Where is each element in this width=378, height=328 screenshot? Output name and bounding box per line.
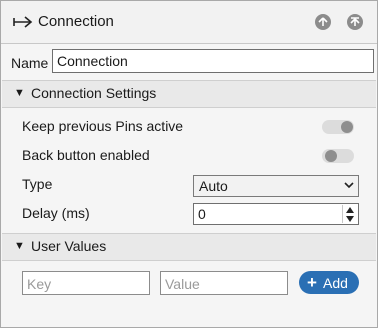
type-select[interactable]: Auto bbox=[193, 175, 359, 197]
back-button-label: Back button enabled bbox=[22, 147, 150, 163]
name-input[interactable]: Connection bbox=[52, 49, 374, 73]
toggle-knob bbox=[341, 121, 353, 133]
keep-pins-label: Keep previous Pins active bbox=[22, 118, 184, 134]
value-input[interactable]: Value bbox=[160, 271, 288, 295]
collapse-triangle-icon: ▼ bbox=[14, 87, 25, 99]
keep-pins-toggle[interactable] bbox=[322, 120, 354, 134]
connection-arrow-icon bbox=[13, 15, 33, 29]
move-up-button[interactable] bbox=[315, 14, 331, 30]
user-values-header[interactable]: ▼ User Values bbox=[2, 233, 376, 261]
delay-input[interactable]: 0 bbox=[193, 203, 359, 225]
spin-down-icon[interactable] bbox=[345, 215, 355, 223]
add-button[interactable]: + Add bbox=[299, 271, 359, 294]
back-button-toggle[interactable] bbox=[322, 149, 354, 163]
key-placeholder: Key bbox=[27, 276, 52, 292]
arrow-up-icon bbox=[350, 17, 360, 26]
connection-panel: Connection Name Connection ▼ Connection … bbox=[0, 0, 378, 328]
panel-title: Connection bbox=[38, 13, 114, 30]
name-label: Name bbox=[11, 55, 49, 71]
move-top-button[interactable] bbox=[347, 14, 363, 30]
section-label: User Values bbox=[31, 238, 107, 254]
add-label: Add bbox=[323, 275, 348, 291]
key-input[interactable]: Key bbox=[22, 271, 150, 295]
type-label: Type bbox=[22, 176, 53, 192]
delay-value: 0 bbox=[198, 206, 206, 222]
value-placeholder: Value bbox=[165, 276, 200, 292]
plus-icon: + bbox=[307, 273, 317, 292]
section-label: Connection Settings bbox=[31, 85, 157, 101]
collapse-triangle-icon: ▼ bbox=[14, 240, 25, 252]
chevron-down-icon bbox=[344, 182, 354, 189]
connection-settings-header[interactable]: ▼ Connection Settings bbox=[2, 80, 376, 108]
toggle-knob bbox=[325, 150, 337, 162]
type-value: Auto bbox=[199, 178, 228, 194]
panel-header: Connection bbox=[1, 1, 377, 44]
arrow-up-icon bbox=[318, 17, 328, 26]
spin-up-icon[interactable] bbox=[345, 206, 355, 214]
delay-label: Delay (ms) bbox=[22, 205, 90, 221]
delay-spinner[interactable] bbox=[342, 205, 357, 223]
